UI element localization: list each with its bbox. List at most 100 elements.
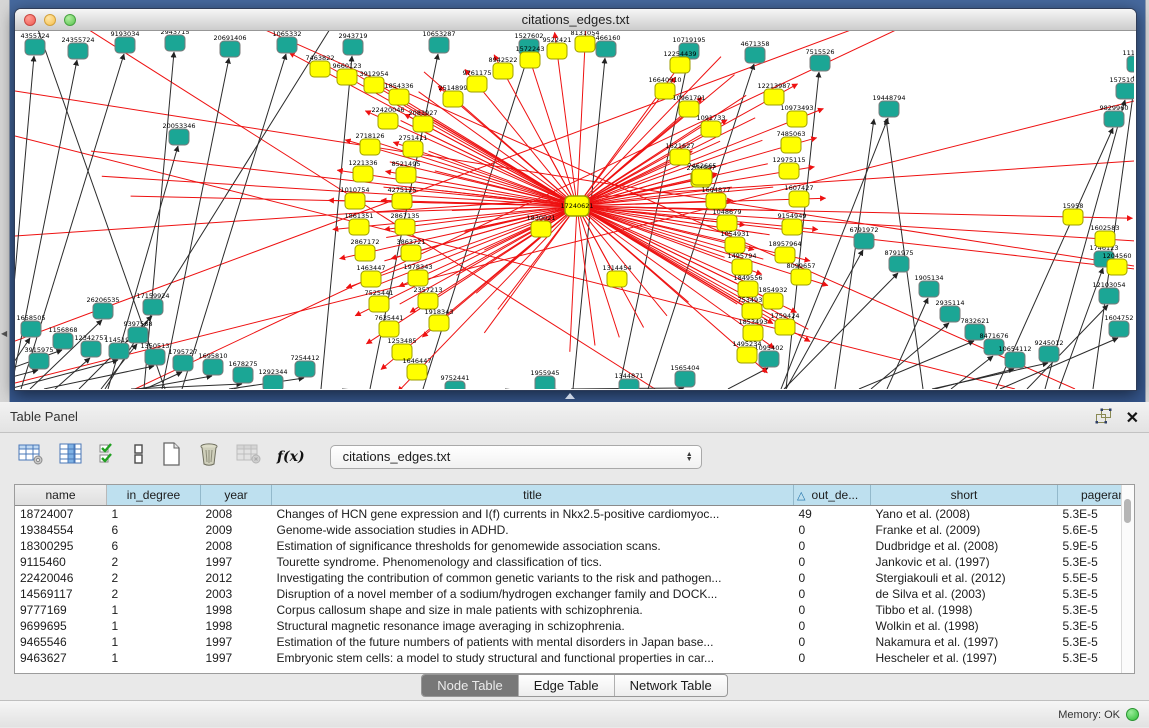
svg-text:16640910: 16640910 — [648, 76, 681, 84]
svg-text:8099657: 8099657 — [787, 262, 816, 270]
svg-text:10653287: 10653287 — [422, 31, 455, 38]
svg-text:9245012: 9245012 — [1035, 339, 1064, 347]
svg-text:22420046: 22420046 — [371, 106, 404, 114]
table-row[interactable]: 1456911722003Disruption of a novel membe… — [15, 586, 1135, 602]
right-collapse-strip[interactable] — [1145, 0, 1149, 402]
network-window-titlebar[interactable]: citations_edges.txt — [15, 9, 1136, 31]
svg-text:3863721: 3863721 — [397, 238, 426, 246]
left-collapse-strip[interactable]: ◀ — [0, 0, 10, 402]
svg-text:1604877: 1604877 — [702, 186, 731, 194]
table-selector-dropdown[interactable]: citations_edges.txt ▲▼ — [330, 445, 702, 469]
table-row[interactable]: 1938455462009Genome-wide association stu… — [15, 522, 1135, 538]
column-header-title[interactable]: title — [272, 485, 794, 506]
column-chooser-icon[interactable] — [59, 443, 83, 470]
svg-text:19448794: 19448794 — [872, 94, 905, 102]
float-window-icon[interactable] — [1095, 408, 1112, 429]
svg-text:1204560: 1204560 — [1103, 252, 1132, 260]
svg-text:1918343: 1918343 — [425, 308, 454, 316]
column-header-year[interactable]: year — [201, 485, 272, 506]
svg-text:8131054: 8131054 — [571, 31, 600, 37]
table-scrollbar[interactable] — [1121, 485, 1134, 673]
table-row[interactable]: 977716911998Corpus callosum shape and si… — [15, 602, 1135, 618]
table-panel-header: Table Panel ✕ — [0, 402, 1149, 433]
table-row[interactable]: 946362711997Embryonic stem cells: a mode… — [15, 650, 1135, 666]
svg-text:1350513: 1350513 — [141, 342, 170, 350]
svg-text:10719195: 10719195 — [672, 36, 705, 44]
function-builder-icon[interactable]: f(x) — [277, 449, 305, 465]
table-row[interactable]: 969969511998Structural magnetic resonanc… — [15, 618, 1135, 634]
scrollbar-thumb[interactable] — [1124, 499, 1131, 523]
svg-text:1156868: 1156868 — [49, 326, 78, 334]
svg-text:1658505: 1658505 — [17, 314, 46, 322]
table-toolbar: f(x) citations_edges.txt ▲▼ — [18, 442, 702, 471]
svg-text:8471676: 8471676 — [980, 332, 1009, 340]
svg-text:7462665: 7462665 — [688, 162, 717, 170]
tab-node-table[interactable]: Node Table — [422, 675, 518, 696]
svg-text:9829960: 9829960 — [1100, 104, 1129, 112]
row-height-icon[interactable] — [133, 443, 145, 470]
svg-text:1854932: 1854932 — [759, 286, 788, 294]
svg-text:4275125: 4275125 — [388, 186, 417, 194]
network-canvas[interactable]: 4355724243557249193034294371520691406106… — [15, 31, 1134, 389]
table-tabs-bar: Node TableEdge TableNetwork Table — [0, 674, 1149, 697]
table-settings-icon[interactable] — [18, 443, 44, 470]
svg-text:1463447: 1463447 — [357, 264, 386, 272]
svg-text:26206535: 26206535 — [86, 296, 119, 304]
tab-edge-table[interactable]: Edge Table — [518, 675, 614, 696]
svg-text:7485063: 7485063 — [777, 130, 806, 138]
tab-network-table[interactable]: Network Table — [614, 675, 727, 696]
table-row[interactable]: 2242004622012Investigating the contribut… — [15, 570, 1135, 586]
svg-text:7525441: 7525441 — [365, 289, 394, 297]
delete-table-icon[interactable] — [197, 442, 221, 471]
svg-text:10973493: 10973493 — [780, 104, 813, 112]
svg-text:17159924: 17159924 — [136, 292, 169, 300]
memory-ok-icon — [1126, 708, 1139, 721]
memory-label: Memory: OK — [1058, 709, 1120, 721]
table-row[interactable]: 946554611997Estimation of the future num… — [15, 634, 1135, 650]
collapse-left-icon[interactable]: ◀ — [1, 330, 7, 338]
svg-text:1853493: 1853493 — [739, 318, 768, 326]
table-row[interactable]: 1872400712008Changes of HCN gene express… — [15, 506, 1135, 523]
svg-text:10961791: 10961791 — [672, 94, 705, 102]
svg-text:7832621: 7832621 — [961, 317, 990, 325]
column-header-short[interactable]: short — [871, 485, 1058, 506]
network-desktop: ◀ citations_edges.txt 43557 — [0, 0, 1149, 402]
svg-text:1091733: 1091733 — [697, 114, 726, 122]
svg-text:9397588: 9397588 — [124, 320, 153, 328]
splitter-handle-icon[interactable] — [565, 393, 575, 399]
sort-ascending-icon[interactable]: △ — [797, 490, 809, 502]
svg-text:1344871: 1344871 — [615, 372, 644, 380]
svg-text:1253485: 1253485 — [388, 337, 417, 345]
svg-text:9193034: 9193034 — [111, 31, 140, 38]
column-header-out_de[interactable]: △ out_de... — [794, 485, 871, 506]
svg-text:1830021: 1830021 — [527, 214, 556, 222]
svg-text:1565404: 1565404 — [671, 364, 700, 372]
svg-text:12975115: 12975115 — [772, 156, 805, 164]
svg-text:12213987: 12213987 — [757, 82, 790, 90]
svg-text:1314454: 1314454 — [603, 264, 632, 272]
table-row[interactable]: 911546021997Tourette syndrome. Phenomeno… — [15, 554, 1135, 570]
combo-arrows-icon: ▲▼ — [686, 452, 693, 462]
svg-text:8521495: 8521495 — [392, 160, 421, 168]
close-panel-icon[interactable]: ✕ — [1126, 410, 1139, 428]
graph-nodes[interactable]: 4355724243557249193034294371520691406106… — [17, 31, 1134, 389]
svg-text:24355724: 24355724 — [61, 36, 94, 44]
svg-text:15958: 15958 — [1063, 202, 1084, 210]
svg-text:1678275: 1678275 — [229, 360, 258, 368]
svg-text:1849556: 1849556 — [734, 274, 763, 282]
table-row[interactable]: 1830029562008Estimation of significance … — [15, 538, 1135, 554]
svg-text:1495794: 1495794 — [728, 252, 757, 260]
svg-text:1861351: 1861351 — [345, 212, 374, 220]
svg-text:2935114: 2935114 — [936, 299, 965, 307]
svg-text:1646447: 1646447 — [403, 357, 432, 365]
svg-text:9660123: 9660123 — [333, 62, 362, 70]
svg-text:1602583: 1602583 — [1091, 224, 1120, 232]
svg-text:1955945: 1955945 — [531, 369, 560, 377]
new-table-icon[interactable] — [160, 442, 182, 471]
column-header-in_degree[interactable]: in_degree — [107, 485, 201, 506]
select-all-icon[interactable] — [98, 443, 118, 470]
column-header-name[interactable]: name — [15, 485, 107, 506]
svg-text:7635441: 7635441 — [375, 314, 404, 322]
svg-text:1048679: 1048679 — [713, 208, 742, 216]
svg-text:1905134: 1905134 — [915, 274, 944, 282]
